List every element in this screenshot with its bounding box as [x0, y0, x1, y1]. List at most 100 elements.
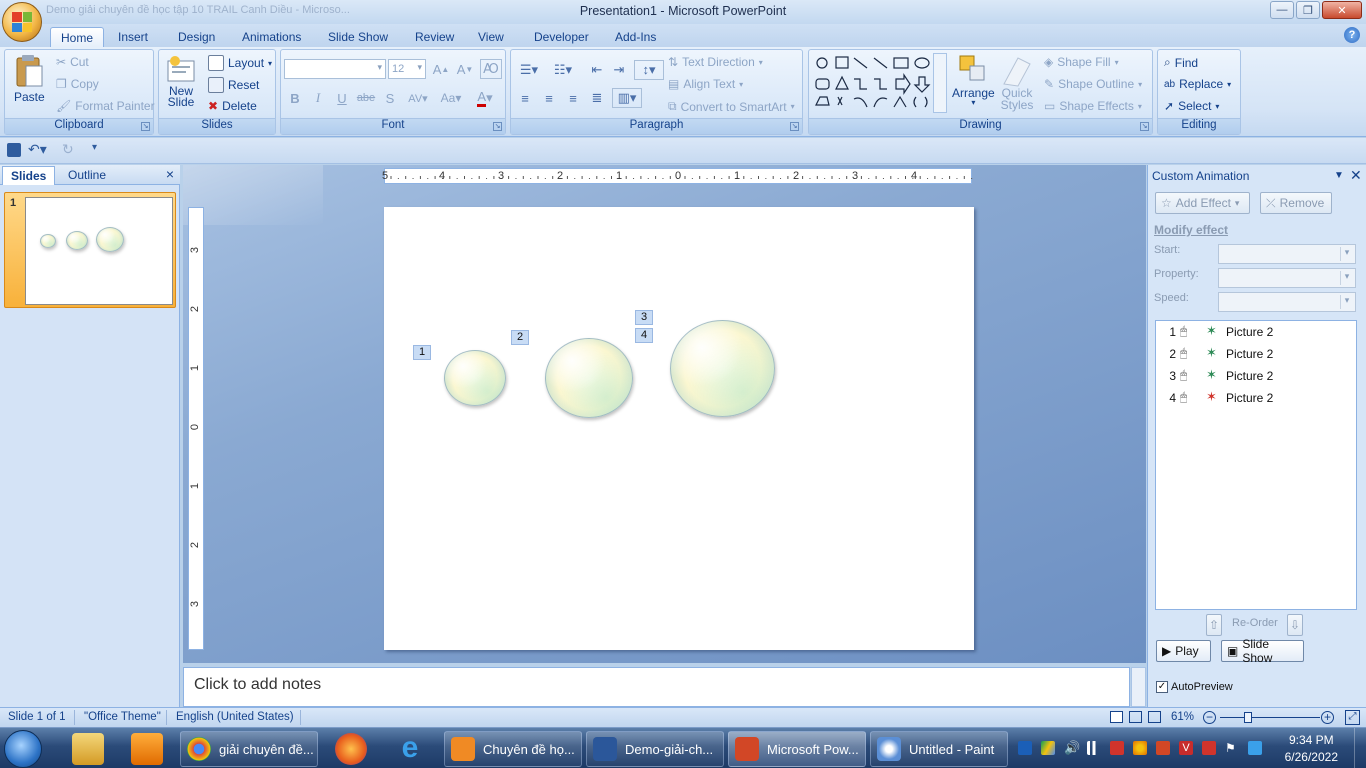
tab-slides[interactable]: Slides [2, 166, 56, 185]
replace-button[interactable]: ab Replace ▾ [1164, 77, 1231, 91]
tab-outline[interactable]: Outline [60, 166, 114, 185]
new-slide-button[interactable]: New Slide [166, 55, 196, 109]
taskbar-item-pdf[interactable]: Chuyên đề họ... [444, 731, 582, 767]
slide-thumbnail-1[interactable]: 1 [4, 192, 176, 308]
bold-icon[interactable]: B [284, 88, 306, 108]
maximize-button[interactable]: ❐ [1296, 1, 1320, 19]
start-combo[interactable] [1218, 244, 1356, 264]
notes-pane[interactable]: Click to add notes [183, 667, 1130, 707]
zoom-out-icon[interactable]: − [1203, 711, 1216, 724]
file-explorer-icon[interactable] [72, 733, 104, 765]
list-item[interactable]: 4 🖱 ✶ Picture 2 [1156, 388, 1356, 408]
taskbar-item-word[interactable]: Demo-giải-ch... [586, 731, 724, 767]
decrease-indent-icon[interactable]: ⇤ [586, 60, 608, 80]
slide-canvas[interactable]: 1 2 3 4 [384, 207, 974, 650]
remove-button[interactable]: ⤫ Remove [1260, 192, 1332, 214]
tray-app-icon[interactable] [1156, 741, 1170, 755]
bullets-icon[interactable]: ☰▾ [514, 60, 544, 80]
pane-close-icon[interactable]: ✕ [1350, 167, 1362, 184]
convert-smartart-button[interactable]: ⧉ Convert to SmartArt ▾ [668, 99, 795, 114]
volume-icon[interactable]: 🔊 [1064, 741, 1080, 755]
zoom-slider-thumb[interactable] [1244, 712, 1252, 723]
pane-menu-icon[interactable]: ▼ [1334, 170, 1344, 181]
paragraph-launcher-icon[interactable]: ↘ [790, 122, 799, 131]
grow-font-icon[interactable]: A ▲ [430, 59, 452, 79]
autopreview-checkbox[interactable]: ✓ [1156, 681, 1168, 693]
tab-insert[interactable]: Insert [108, 27, 158, 48]
align-right-icon[interactable]: ≡ [562, 88, 584, 108]
taskbar-item-paint[interactable]: Untitled - Paint [870, 731, 1008, 767]
align-left-icon[interactable]: ≡ [514, 88, 536, 108]
reset-button[interactable]: Reset [208, 77, 259, 93]
animation-tag[interactable]: 2 [511, 330, 529, 345]
slideshow-view-icon[interactable] [1148, 711, 1161, 723]
clear-formatting-icon[interactable]: Ꜵ [480, 59, 502, 79]
drawing-launcher-icon[interactable]: ↘ [1140, 122, 1149, 131]
bluetooth-icon[interactable] [1248, 741, 1262, 755]
align-text-button[interactable]: ▤ Align Text ▾ [668, 77, 743, 91]
tab-design[interactable]: Design [168, 27, 225, 48]
action-center-flag-icon[interactable]: ⚑ [1225, 741, 1239, 755]
zalo-icon[interactable] [1018, 741, 1032, 755]
move-down-icon[interactable]: ⇩ [1287, 614, 1303, 636]
change-case-icon[interactable]: Aa▾ [436, 88, 466, 108]
list-item[interactable]: 1 🖱 ✶ Picture 2 [1156, 322, 1356, 342]
paste-button[interactable]: Paste [14, 54, 45, 104]
cut-button[interactable]: ✂ Cut [56, 55, 89, 69]
slide-show-button[interactable]: ▣ Slide Show [1221, 637, 1304, 665]
text-direction-button[interactable]: ⇅ Text Direction ▾ [668, 55, 763, 69]
move-up-icon[interactable]: ⇧ [1206, 614, 1222, 636]
clock[interactable]: 9:34 PM 6/26/2022 [1285, 732, 1338, 766]
text-shadow-icon[interactable]: S [379, 88, 401, 108]
tab-review[interactable]: Review [405, 27, 464, 48]
select-button[interactable]: ➚ Select ▾ [1164, 99, 1219, 113]
firefox-icon[interactable] [335, 733, 367, 765]
character-spacing-icon[interactable]: AV▾ [403, 88, 433, 108]
font-color-icon[interactable]: A ▾ [470, 88, 500, 108]
close-button[interactable]: ✕ [1322, 1, 1362, 19]
increase-indent-icon[interactable]: ⇥ [608, 60, 630, 80]
fit-to-window-icon[interactable]: ⤢ [1345, 710, 1360, 725]
bubble-picture-large[interactable] [670, 320, 775, 417]
quick-styles-button[interactable]: Quick Styles [1000, 54, 1034, 112]
media-player-icon[interactable] [131, 733, 163, 765]
find-button[interactable]: ⌕ Find [1164, 55, 1198, 70]
tab-animations[interactable]: Animations [232, 27, 311, 48]
save-icon[interactable] [7, 143, 21, 157]
bubble-picture-medium[interactable] [545, 338, 633, 418]
strikethrough-icon[interactable]: abe [355, 88, 377, 108]
shapes-gallery[interactable] [814, 55, 932, 113]
office-tray-icon[interactable] [1133, 741, 1147, 755]
undo-icon[interactable]: ↶▾ [28, 141, 47, 158]
tab-add-ins[interactable]: Add-Ins [605, 27, 666, 48]
zoom-slider[interactable] [1220, 717, 1320, 718]
tab-view[interactable]: View [468, 27, 514, 48]
copy-button[interactable]: ❐ Copy [56, 77, 99, 91]
antivirus-icon[interactable] [1110, 741, 1124, 755]
zoom-level[interactable]: 61% [1171, 711, 1194, 723]
tab-home[interactable]: Home [50, 27, 105, 48]
tab-slide-show[interactable]: Slide Show [318, 27, 398, 48]
columns-icon[interactable]: ▥▾ [612, 88, 642, 108]
usb-icon[interactable] [1202, 741, 1216, 755]
animation-tag[interactable]: 1 [413, 345, 431, 360]
animation-tag[interactable]: 4 [635, 328, 653, 343]
clipboard-launcher-icon[interactable]: ↘ [141, 122, 150, 131]
list-item[interactable]: 2 🖱 ✶ Picture 2 [1156, 344, 1356, 364]
close-icon[interactable]: × [166, 166, 174, 182]
underline-icon[interactable]: U [331, 88, 353, 108]
font-size-combo[interactable]: 12 [388, 59, 426, 79]
play-button[interactable]: ▶ Play [1156, 640, 1211, 662]
arrange-button[interactable]: Arrange ▾ [952, 54, 995, 107]
shrink-font-icon[interactable]: A ▼ [454, 59, 476, 79]
help-icon[interactable]: ? [1344, 27, 1360, 43]
font-launcher-icon[interactable]: ↘ [493, 122, 502, 131]
slide-sorter-icon[interactable] [1129, 711, 1142, 723]
list-item[interactable]: 3 🖱 ✶ Picture 2 [1156, 366, 1356, 386]
shapes-gallery-scroll[interactable] [933, 53, 947, 113]
language-status[interactable]: English (United States) [176, 711, 294, 723]
show-desktop-button[interactable] [1354, 728, 1366, 768]
animation-tag[interactable]: 3 [635, 310, 653, 325]
line-spacing-icon[interactable]: ↕▾ [634, 60, 664, 80]
taskbar-item-chrome[interactable]: giải chuyên đề... [180, 731, 318, 767]
